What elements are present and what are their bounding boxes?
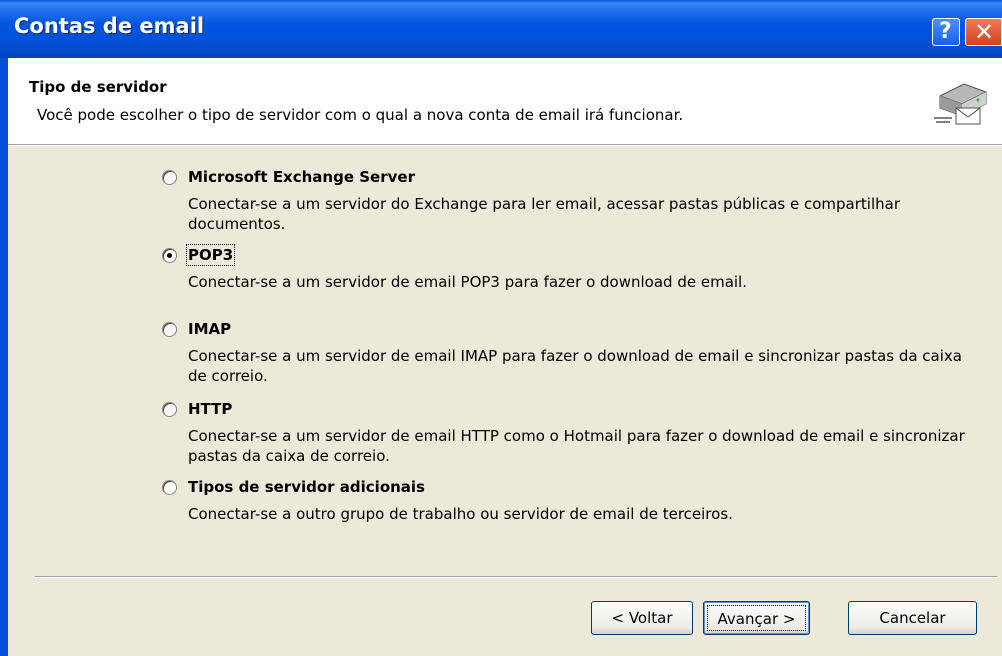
radio-additional[interactable] [162, 480, 177, 495]
radio-imap[interactable] [162, 322, 177, 337]
window-frame [0, 58, 8, 656]
server-mail-icon [934, 83, 987, 125]
next-button[interactable]: Avançar > [703, 601, 810, 635]
option-http-label[interactable]: HTTP [188, 400, 232, 418]
radio-exchange[interactable] [162, 170, 177, 185]
back-button[interactable]: < Voltar [591, 601, 693, 635]
option-http-description: Conectar-se a um servidor de email HTTP … [188, 427, 965, 465]
title-bar[interactable]: Contas de email ? ✕ [0, 0, 1002, 58]
option-imap-label[interactable]: IMAP [188, 320, 231, 338]
next-button-label: Avançar > [707, 605, 806, 631]
header-divider [8, 145, 1002, 146]
help-button[interactable]: ? [932, 18, 960, 46]
cancel-button[interactable]: Cancelar [848, 601, 977, 635]
header-description: Você pode escolher o tipo de servidor co… [37, 106, 684, 124]
option-additional-description: Conectar-se a outro grupo de trabalho ou… [188, 505, 733, 523]
option-pop3-description: Conectar-se a um servidor de email POP3 … [188, 273, 747, 291]
option-pop3-label[interactable]: POP3 [185, 244, 236, 266]
wizard-header: Tipo de servidor Você pode escolher o ti… [8, 58, 1002, 145]
option-additional-label[interactable]: Tipos de servidor adicionais [188, 478, 425, 496]
option-imap-description: Conectar-se a um servidor de email IMAP … [188, 347, 962, 385]
header-title: Tipo de servidor [29, 78, 167, 96]
window-title: Contas de email [14, 14, 205, 38]
option-exchange-description: Conectar-se a um servidor do Exchange pa… [188, 195, 900, 233]
option-exchange-label[interactable]: Microsoft Exchange Server [188, 168, 415, 186]
radio-http[interactable] [162, 402, 177, 417]
close-icon: ✕ [974, 18, 995, 46]
radio-pop3[interactable] [162, 248, 177, 263]
close-button[interactable]: ✕ [965, 18, 1002, 46]
help-icon: ? [939, 19, 952, 44]
bottom-divider [35, 576, 997, 578]
